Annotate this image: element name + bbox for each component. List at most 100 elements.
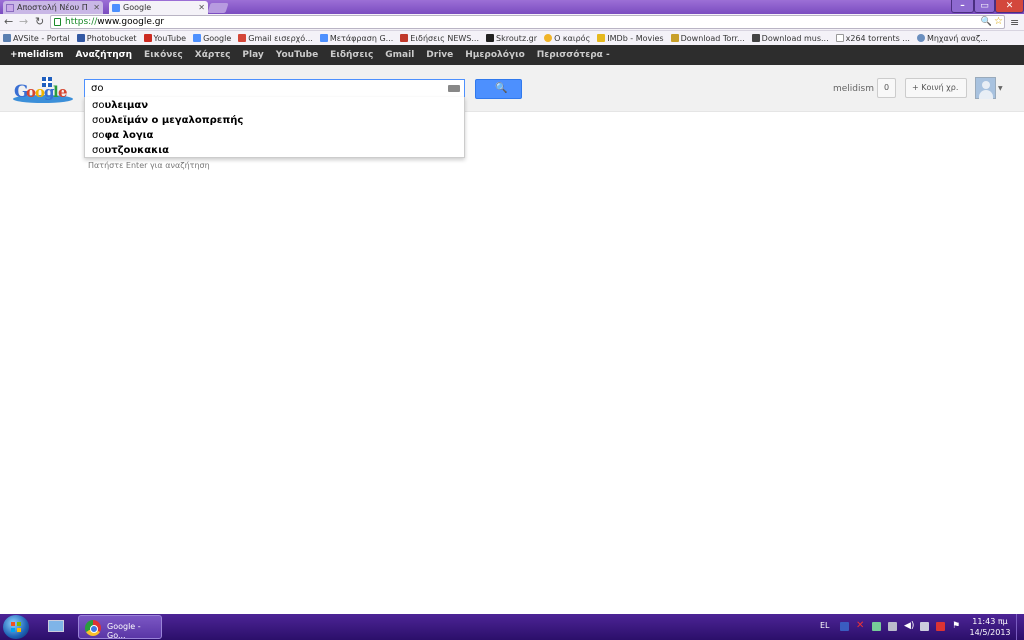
suggestion-prefix: σο — [92, 145, 105, 156]
tray-error-icon[interactable]: ✕ — [856, 621, 865, 631]
lock-icon — [54, 18, 61, 26]
google-bar: +melidism Αναζήτηση Εικόνες Χάρτες Play … — [0, 45, 1024, 65]
chrome-icon — [85, 620, 101, 636]
clock-date: 14/5/2013 — [969, 628, 1011, 637]
avatar[interactable] — [975, 77, 996, 99]
bookmark-favicon-icon — [238, 34, 247, 42]
suggestion-item[interactable]: σουλεϊμάν ο μεγαλοπρεπής — [85, 113, 464, 128]
bookmark-favicon-icon — [670, 34, 679, 42]
flag-icon[interactable]: ⚑ — [952, 622, 961, 631]
gbar-item-gmail[interactable]: Gmail — [385, 50, 414, 60]
taskbar-chrome-button[interactable]: Google - Go... — [78, 615, 162, 640]
show-desktop-button[interactable] — [1016, 614, 1024, 640]
bookmark-item[interactable]: AVSite - Portal — [3, 34, 70, 43]
bookmark-item[interactable]: Photobucket — [76, 34, 137, 43]
bookmark-label: Skroutz.gr — [496, 33, 538, 43]
bookmark-item[interactable]: Ο καιρός — [544, 34, 590, 43]
bookmark-label: Download mus... — [761, 33, 829, 43]
taskbar-chrome-label: Google - Go... — [107, 622, 141, 640]
maximize-button[interactable]: ▭ — [974, 0, 995, 13]
bookmark-favicon-icon — [486, 34, 495, 42]
gbar-item-drive[interactable]: Drive — [426, 50, 453, 60]
chevron-down-icon[interactable]: ▼ — [998, 85, 1003, 92]
bookmark-favicon-icon — [597, 34, 606, 42]
tray-device-icon[interactable] — [888, 622, 897, 631]
gbar-item-news[interactable]: Ειδήσεις — [330, 50, 373, 60]
gbar-item-maps[interactable]: Χάρτες — [195, 50, 231, 60]
bookmark-label: Ειδήσεις NEWS... — [410, 33, 480, 43]
bookmark-item[interactable]: Download mus... — [751, 33, 829, 43]
suggestion-completion: υλεϊμάν ο μεγαλοπρεπής — [104, 115, 244, 126]
bookmark-item[interactable]: Ειδήσεις NEWS... — [400, 34, 479, 43]
user-name-link[interactable]: melidism — [833, 84, 874, 94]
gbar-item-search[interactable]: Αναζήτηση — [75, 50, 132, 60]
bookmark-item[interactable]: x264 torrents ... — [835, 33, 910, 43]
gbar-item-plus[interactable]: +melidism — [10, 50, 63, 60]
suggestion-item[interactable]: σουλειμαν — [85, 98, 464, 113]
start-button[interactable] — [3, 615, 29, 639]
bookmark-item[interactable]: Google — [193, 34, 231, 43]
share-label: Κοινή χρ. — [921, 83, 959, 92]
system-clock[interactable]: 11:43 πμ 14/5/2013 — [969, 616, 1011, 638]
antivirus-icon[interactable] — [936, 622, 945, 631]
url-host: www.google.gr — [97, 17, 165, 27]
bookmark-item[interactable]: YouTube — [143, 34, 186, 43]
bookmark-favicon-icon — [400, 34, 409, 42]
bookmark-item[interactable]: Skroutz.gr — [486, 34, 537, 43]
bookmark-item[interactable]: IMDb - Movies — [597, 33, 664, 43]
address-bar[interactable]: https://www.google.gr 🔍 ☆ — [50, 15, 1005, 29]
back-arrow-icon[interactable]: ← — [4, 16, 13, 28]
bookmark-label: IMDb - Movies — [607, 33, 664, 43]
mail-icon — [6, 4, 14, 12]
notifications-count[interactable]: 0 — [877, 78, 896, 98]
search-input[interactable]: σο — [84, 79, 465, 98]
autocomplete-dropdown: σουλειμαν σουλεϊμάν ο μεγαλοπρεπής σοφα … — [84, 97, 465, 158]
volume-icon[interactable]: ◀) — [904, 622, 914, 631]
windows-taskbar: Google - Go... EL ✕ ◀) ⚑ 11:43 πμ 14/5/2… — [0, 614, 1024, 640]
taskbar-explorer-button[interactable] — [40, 617, 72, 637]
new-tab-button[interactable] — [207, 3, 229, 13]
bookmark-label: AVSite - Portal — [13, 33, 70, 43]
keyboard-icon[interactable] — [448, 85, 460, 92]
zoom-icon[interactable]: 🔍 — [981, 16, 992, 28]
google-doodle-logo[interactable]: G o o g l e — [12, 77, 74, 103]
suggestion-completion: υτζουκακια — [104, 145, 169, 156]
gbar-item-play[interactable]: Play — [242, 50, 263, 60]
bookmark-favicon-icon — [916, 34, 925, 42]
reload-icon[interactable]: ↻ — [35, 16, 44, 28]
close-tab-icon[interactable]: ✕ — [198, 1, 205, 14]
chrome-menu-icon[interactable]: ≡ — [1010, 16, 1019, 29]
windows-logo-icon — [11, 622, 21, 632]
close-window-button[interactable]: ✕ — [995, 0, 1024, 13]
bookmark-label: x264 torrents ... — [845, 33, 910, 43]
gbar-item-images[interactable]: Εικόνες — [144, 50, 183, 60]
bookmark-star-icon[interactable]: ☆ — [994, 16, 1003, 28]
tab-compose-message[interactable]: Αποστολή Νέου Π ✕ — [3, 1, 103, 14]
bookmark-item[interactable]: Download Torr... — [670, 34, 745, 43]
tab-google[interactable]: Google ✕ — [109, 1, 208, 14]
url-scheme: https:// — [65, 17, 98, 27]
search-button[interactable]: 🔍 — [475, 79, 522, 99]
bookmark-item[interactable]: Gmail εισερχό... — [238, 34, 313, 43]
plus-icon: + — [912, 83, 922, 92]
bookmark-item[interactable]: Μηχανή αναζ... — [916, 34, 988, 43]
bookmark-label: Μετάφραση G... — [329, 33, 394, 43]
tray-network-icon[interactable] — [872, 622, 881, 631]
gbar-item-calendar[interactable]: Ημερολόγιο — [465, 50, 525, 60]
bookmark-favicon-icon — [76, 34, 85, 42]
gbar-item-more[interactable]: Περισσότερα - — [537, 50, 610, 60]
clock-time: 11:43 πμ — [972, 617, 1008, 626]
close-tab-icon[interactable]: ✕ — [93, 1, 100, 14]
bookmark-item[interactable]: Μετάφραση G... — [319, 33, 394, 43]
suggestion-item[interactable]: σοφα λογια — [85, 128, 464, 143]
language-indicator[interactable]: EL — [820, 621, 830, 630]
forward-arrow-icon[interactable]: → — [19, 16, 28, 28]
gbar-item-youtube[interactable]: YouTube — [276, 50, 318, 60]
bookmark-favicon-icon — [319, 34, 328, 42]
tray-app-icon[interactable] — [840, 622, 849, 631]
suggestion-item[interactable]: σουτζουκακια — [85, 143, 464, 158]
enter-hint: Πατήστε Enter για αναζήτηση — [88, 161, 210, 170]
minimize-button[interactable]: – — [951, 0, 974, 13]
signal-icon[interactable] — [920, 622, 929, 631]
share-button[interactable]: + Κοινή χρ. — [905, 78, 967, 98]
